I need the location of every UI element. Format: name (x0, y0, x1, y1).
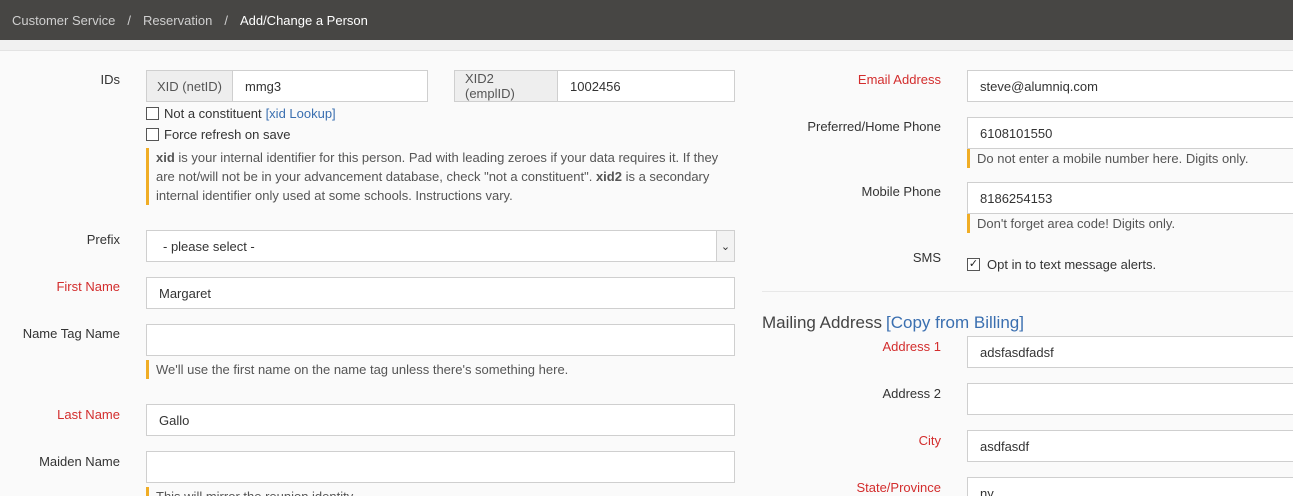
breadcrumb-current-page: Add/Change a Person (239, 12, 368, 28)
state-input[interactable]: ny (967, 477, 1293, 496)
name-tag-label: Name Tag Name (22, 326, 120, 341)
not-constituent-label: Not a constituent (164, 106, 262, 121)
sub-header-bar (0, 40, 1293, 51)
xid-addon: XID (netID) (146, 70, 233, 102)
home-phone-input[interactable]: 6108101550 (967, 117, 1293, 149)
address1-input[interactable]: adsfasdfadsf (967, 336, 1293, 368)
last-name-label: Last Name (57, 407, 120, 422)
maiden-name-help: This will mirror the reunion identity. (146, 487, 735, 496)
chevron-down-icon[interactable]: ⌄ (716, 231, 734, 261)
ids-help-text: xid is your internal identifier for this… (146, 148, 726, 205)
xid-input[interactable]: mmg3 (232, 70, 428, 102)
mobile-phone-label: Mobile Phone (861, 184, 942, 199)
state-label: State/Province (856, 480, 941, 495)
home-phone-label: Preferred/Home Phone (807, 119, 941, 134)
sms-label: SMS (912, 250, 941, 265)
force-refresh-row: Force refresh on save (146, 127, 290, 142)
prefix-selected-value: - please select - (163, 238, 255, 254)
force-refresh-label: Force refresh on save (164, 127, 291, 142)
section-divider (762, 291, 1293, 292)
prefix-select[interactable]: - please select - ⌄ (146, 230, 735, 262)
ids-label: IDs (100, 72, 121, 87)
address1-label: Address 1 (882, 339, 941, 354)
sms-opt-in-label: Opt in to text message alerts. (987, 257, 1157, 272)
mobile-phone-input[interactable]: 8186254153 (967, 182, 1293, 214)
help-xid2-term: xid2 (595, 169, 622, 184)
person-form: IDs XID (netID) mmg3 XID2 (emplID) 10024… (0, 51, 1293, 496)
sms-opt-in-row: ✓ Opt in to text message alerts. (967, 257, 1156, 272)
mobile-phone-help: Don't forget area code! Digits only. (967, 214, 1293, 233)
maiden-name-input[interactable] (146, 451, 735, 483)
mailing-address-title: Mailing Address (762, 313, 883, 332)
city-input[interactable]: asdfasdf (967, 430, 1293, 462)
mailing-address-heading: Mailing Address [Copy from Billing] (762, 313, 1024, 333)
breadcrumb-customer-service[interactable]: Customer Service (12, 13, 115, 28)
sms-opt-in-checkbox[interactable]: ✓ (967, 258, 980, 271)
last-name-input[interactable]: Gallo (146, 404, 735, 436)
email-input[interactable]: steve@alumniq.com (967, 70, 1293, 102)
city-label: City (918, 433, 941, 448)
help-xid-term: xid (156, 150, 175, 165)
breadcrumb-separator: / (224, 12, 228, 28)
not-constituent-row: Not a constituent [xid Lookup] (146, 106, 336, 121)
address2-input[interactable] (967, 383, 1293, 415)
not-constituent-checkbox[interactable] (146, 107, 159, 120)
prefix-label: Prefix (86, 232, 120, 247)
copy-from-billing-link[interactable]: [Copy from Billing] (886, 313, 1024, 332)
email-label: Email Address (857, 72, 941, 87)
name-tag-input[interactable] (146, 324, 735, 356)
xid2-input[interactable]: 1002456 (557, 70, 735, 102)
xid2-addon: XID2 (emplID) (454, 70, 558, 102)
first-name-label: First Name (56, 279, 120, 294)
breadcrumb-reservation[interactable]: Reservation (143, 13, 212, 28)
home-phone-help: Do not enter a mobile number here. Digit… (967, 149, 1293, 168)
force-refresh-checkbox[interactable] (146, 128, 159, 141)
xid-lookup-link[interactable]: [xid Lookup] (266, 106, 336, 121)
maiden-name-label: Maiden Name (39, 454, 120, 469)
breadcrumb: Customer Service / Reservation / Add/Cha… (0, 0, 1293, 40)
address2-label: Address 2 (882, 386, 941, 401)
first-name-input[interactable]: Margaret (146, 277, 735, 309)
name-tag-help: We'll use the first name on the name tag… (146, 360, 735, 379)
breadcrumb-separator: / (127, 12, 131, 28)
